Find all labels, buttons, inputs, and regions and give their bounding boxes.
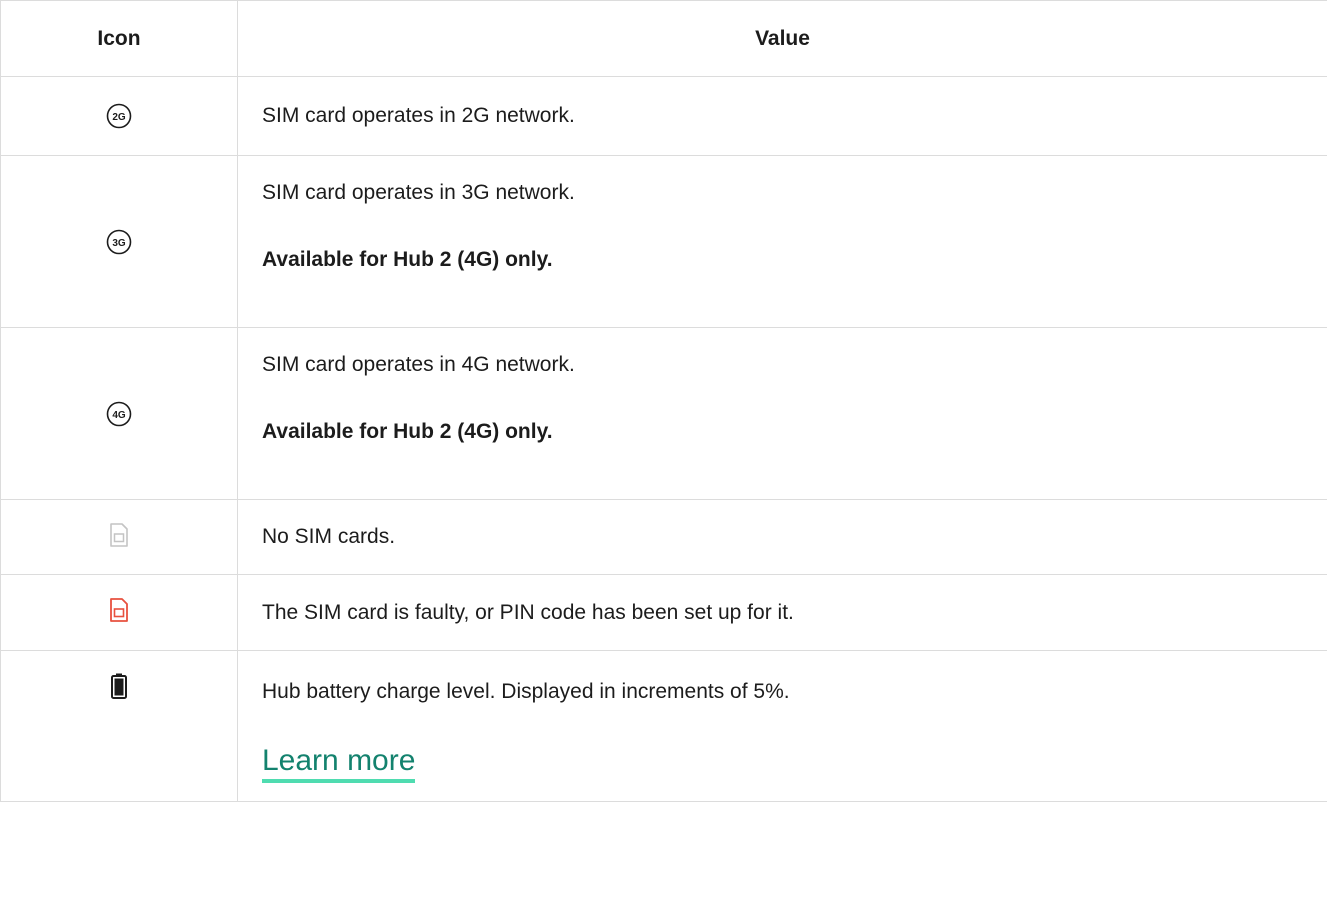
value-cell: The SIM card is faulty, or PIN code has … — [237, 574, 1327, 651]
value-cell: Hub battery charge level. Displayed in i… — [237, 650, 1327, 802]
row-description: SIM card operates in 4G network. — [262, 353, 575, 376]
table-row: 3G SIM card operates in 3G network. Avai… — [0, 155, 1327, 328]
table-row: 4G SIM card operates in 4G network. Avai… — [0, 327, 1327, 500]
value-cell: No SIM cards. — [237, 499, 1327, 575]
table-header-row: Icon Value — [0, 0, 1327, 77]
row-description: SIM card operates in 2G network. — [262, 104, 575, 128]
learn-more-link[interactable]: Learn more — [262, 744, 416, 784]
network-3g-icon: 3G — [106, 229, 132, 254]
icon-cell: 2G — [0, 76, 238, 156]
icon-cell — [0, 650, 238, 802]
network-2g-label: 2G — [112, 112, 126, 123]
row-description: SIM card operates in 3G network. — [262, 181, 575, 204]
table-row: Hub battery charge level. Displayed in i… — [0, 650, 1327, 802]
network-2g-icon: 2G — [106, 103, 132, 129]
sim-card-error-icon — [110, 598, 128, 622]
battery-icon — [111, 673, 127, 699]
table-row: 2G SIM card operates in 2G network. — [0, 76, 1327, 156]
table-row: The SIM card is faulty, or PIN code has … — [0, 574, 1327, 651]
icon-cell: 4G — [0, 327, 238, 500]
row-description: No SIM cards. — [262, 525, 396, 549]
icon-column-header: Icon — [0, 0, 238, 77]
availability-note: Available for Hub 2 (4G) only. — [262, 248, 553, 272]
network-4g-icon: 4G — [106, 401, 132, 426]
status-icons-table: Icon Value 2G SIM card operates in 2G ne… — [0, 0, 1327, 802]
network-4g-label: 4G — [112, 410, 126, 421]
row-description: Hub battery charge level. Displayed in i… — [262, 680, 790, 703]
table-row: No SIM cards. — [0, 499, 1327, 575]
icon-cell — [0, 574, 238, 651]
network-3g-label: 3G — [112, 238, 126, 249]
value-cell: SIM card operates in 2G network. — [237, 76, 1327, 156]
value-cell: SIM card operates in 3G network. Availab… — [237, 155, 1327, 328]
icon-cell — [0, 499, 238, 575]
sim-card-absent-icon — [110, 522, 128, 547]
availability-note: Available for Hub 2 (4G) only. — [262, 420, 553, 444]
icon-cell: 3G — [0, 155, 238, 328]
row-description: The SIM card is faulty, or PIN code has … — [262, 600, 794, 624]
value-cell: SIM card operates in 4G network. Availab… — [237, 327, 1327, 500]
value-column-header: Value — [237, 0, 1327, 77]
